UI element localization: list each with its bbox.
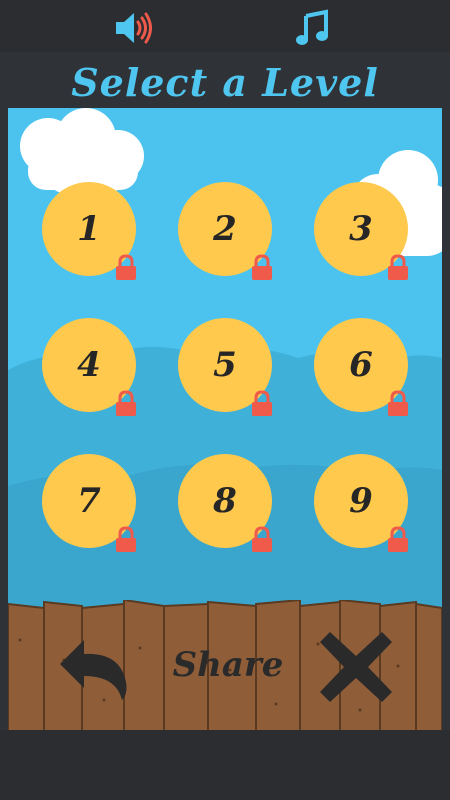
top-bar [0,0,450,52]
level-button-7[interactable]: 7 [42,454,136,552]
share-button[interactable]: Share [168,640,288,690]
lock-icon [388,390,408,416]
speaker-icon[interactable] [112,8,152,48]
lock-icon [388,254,408,280]
close-x-icon[interactable] [316,628,396,706]
level-button-5[interactable]: 5 [178,318,272,416]
music-note-icon[interactable] [292,8,332,48]
lock-icon [252,390,272,416]
level-button-4[interactable]: 4 [42,318,136,416]
level-button-2[interactable]: 2 [178,182,272,280]
lock-icon [388,526,408,552]
bottom-bar [0,730,450,800]
lock-icon [252,254,272,280]
level-button-3[interactable]: 3 [314,182,408,280]
back-arrow-icon[interactable] [56,632,132,702]
level-button-1[interactable]: 1 [42,182,136,280]
level-button-6[interactable]: 6 [314,318,408,416]
lock-icon [116,390,136,416]
level-button-9[interactable]: 9 [314,454,408,552]
page-title: Select a Level [71,60,379,105]
lock-icon [116,254,136,280]
lock-icon [116,526,136,552]
lock-icon [252,526,272,552]
level-button-8[interactable]: 8 [178,454,272,552]
